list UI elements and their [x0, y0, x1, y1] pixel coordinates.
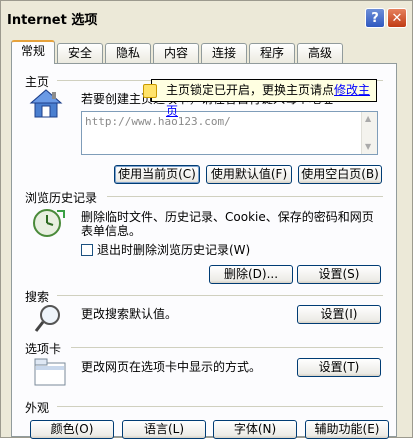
tab-programs[interactable]: 程序 — [249, 43, 295, 63]
tab-privacy[interactable]: 隐私 — [105, 43, 151, 63]
history-settings-button[interactable]: 设置(S) — [297, 265, 381, 284]
use-blank-button[interactable]: 使用空白页(B) — [298, 165, 382, 184]
divider — [71, 347, 383, 348]
tabs-icon — [34, 358, 66, 386]
search-description: 更改搜索默认值。 — [81, 307, 178, 321]
history-section-label: 浏览历史记录 — [25, 189, 98, 206]
scroll-up-icon[interactable]: ▲ — [365, 114, 371, 123]
history-description-line2: 表单信息。 — [81, 224, 142, 238]
house-icon — [29, 89, 63, 118]
tabs-settings-button[interactable]: 设置(T) — [297, 358, 381, 377]
tab-connections[interactable]: 连接 — [201, 43, 247, 63]
languages-button[interactable]: 语言(L) — [122, 420, 206, 439]
internet-options-dialog: Internet 选项 ? ✕ 常规 安全 隐私 内容 连接 程序 高级 主页 … — [0, 0, 413, 439]
scroll-down-icon[interactable]: ▼ — [365, 142, 371, 151]
help-button[interactable]: ? — [365, 8, 385, 28]
fonts-button[interactable]: 字体(N) — [213, 420, 297, 439]
tab-general[interactable]: 常规 — [11, 40, 55, 64]
accessibility-button[interactable]: 辅助功能(E) — [305, 420, 389, 439]
homepage-lock-tooltip: 主页锁定已开启，更换主页请点修改主页 — [143, 79, 377, 118]
delete-on-exit-checkbox[interactable] — [81, 244, 93, 256]
window-title: Internet 选项 — [7, 13, 98, 28]
use-current-button[interactable]: 使用当前页(C) — [114, 165, 200, 184]
search-icon — [34, 305, 60, 332]
delete-history-button[interactable]: 删除(D)... — [209, 265, 293, 284]
divider — [57, 406, 383, 407]
tabs-section-label: 选项卡 — [25, 340, 62, 357]
homepage-url-value: http://www.hao123.com/ — [85, 115, 231, 128]
delete-on-exit-label[interactable]: 退出时删除浏览历史记录(W) — [97, 242, 250, 258]
tab-content[interactable]: 内容 — [153, 43, 199, 63]
history-clock-icon — [33, 209, 65, 237]
warning-icon — [143, 84, 157, 98]
divider — [107, 196, 383, 197]
appearance-section-label: 外观 — [25, 399, 50, 416]
url-scrollbar[interactable]: ▲ ▼ — [361, 112, 377, 154]
title-bar[interactable]: Internet 选项 ? ✕ — [1, 1, 412, 33]
tab-advanced[interactable]: 高级 — [297, 43, 343, 63]
tab-security[interactable]: 安全 — [57, 43, 103, 63]
tooltip-text: 主页锁定已开启，更换主页请点 — [166, 83, 335, 97]
homepage-url-textarea[interactable]: http://www.hao123.com/ ▲ ▼ — [81, 111, 378, 155]
tabs-description: 更改网页在选项卡中显示的方式。 — [81, 360, 262, 374]
colors-button[interactable]: 颜色(O) — [30, 420, 114, 439]
close-button[interactable]: ✕ — [387, 8, 407, 28]
divider — [57, 295, 383, 296]
use-default-button[interactable]: 使用默认值(F) — [206, 165, 292, 184]
search-settings-button[interactable]: 设置(I) — [297, 305, 381, 324]
